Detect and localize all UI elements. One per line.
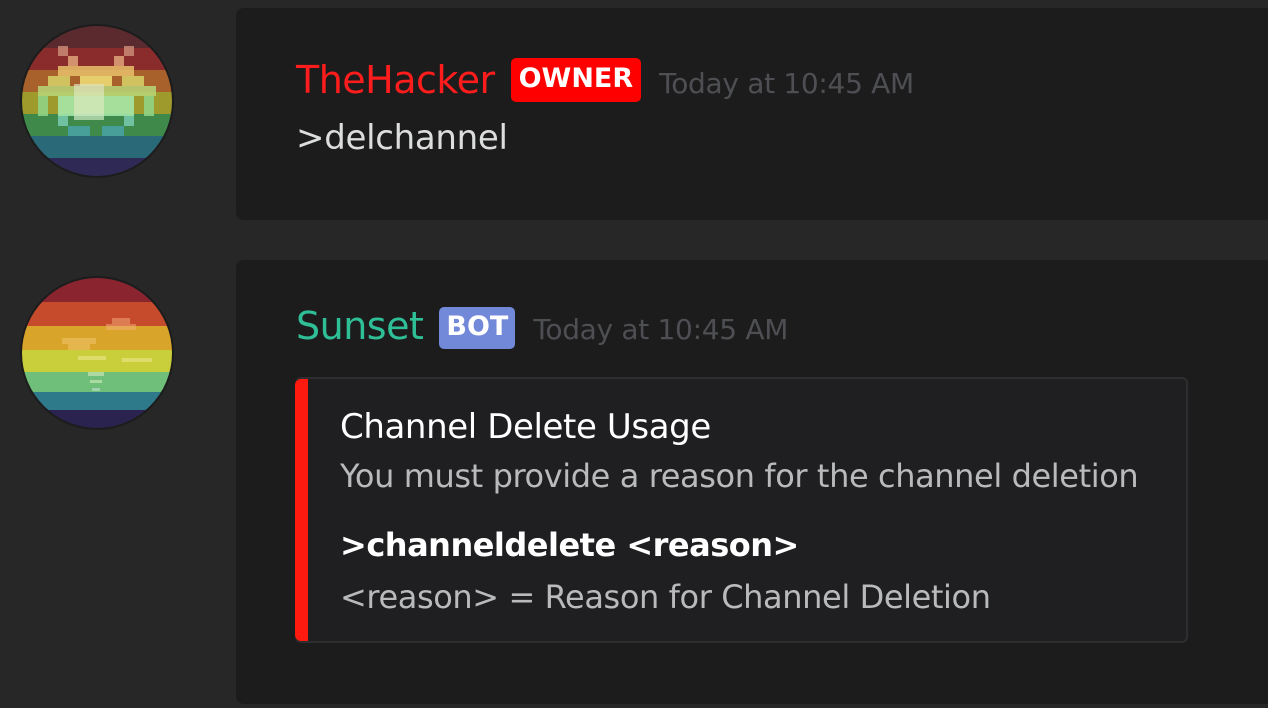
bot-badge: BOT [439, 307, 516, 349]
embed-field-name: >channeldelete <reason> [340, 526, 799, 564]
owner-badge: OWNER [510, 58, 642, 102]
embed-color-bar [295, 379, 308, 641]
embed-field-value: <reason> = Reason for Channel Deletion [340, 578, 991, 616]
embed-description: You must provide a reason for the channe… [340, 457, 1139, 495]
message-content: >delchannel [296, 118, 508, 158]
message-card[interactable] [236, 8, 1268, 220]
timestamp: Today at 10:45 AM [533, 313, 789, 346]
space-invader-avatar-icon[interactable] [22, 26, 172, 176]
sunset-avatar-icon[interactable] [22, 278, 172, 428]
embed-title: Channel Delete Usage [340, 407, 711, 447]
username[interactable]: TheHacker [296, 58, 495, 102]
username[interactable]: Sunset [296, 304, 424, 348]
message-header: TheHacker OWNER Today at 10:45 AM [296, 58, 914, 108]
timestamp: Today at 10:45 AM [659, 67, 914, 100]
embed: Channel Delete Usage You must provide a … [295, 377, 1188, 643]
message-header: Sunset BOT Today at 10:45 AM [296, 304, 788, 353]
